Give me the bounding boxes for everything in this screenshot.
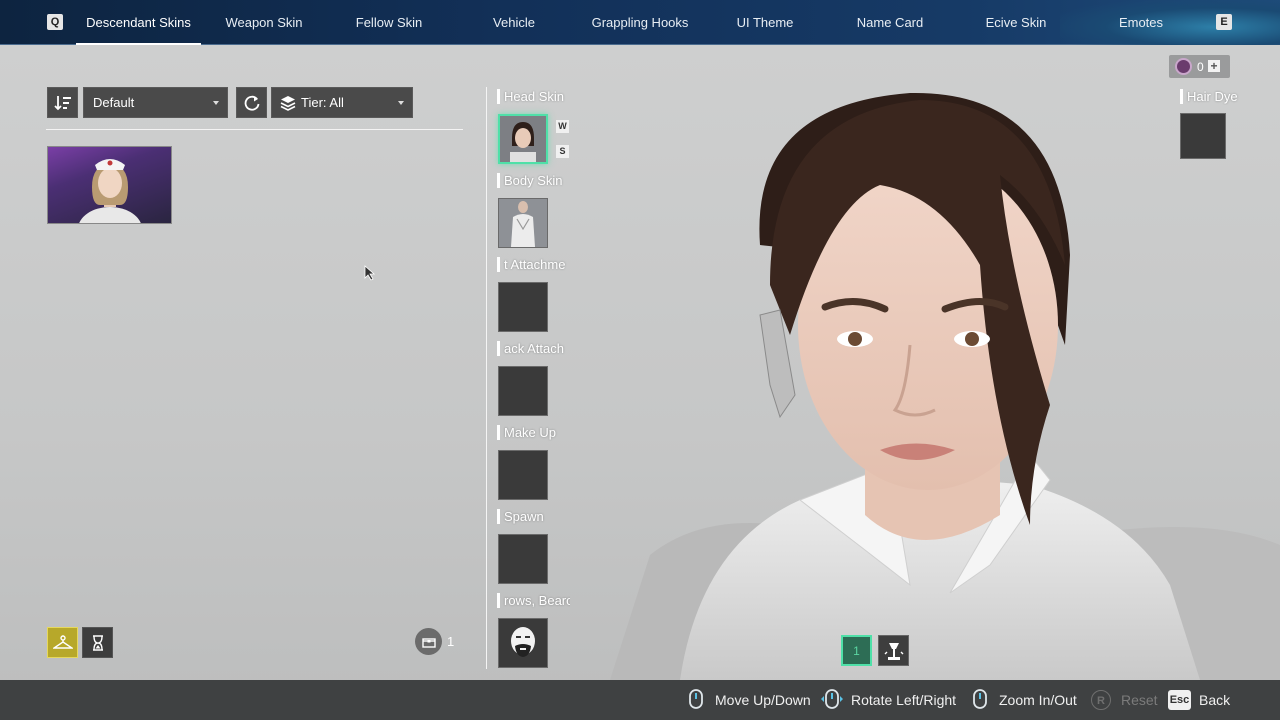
slot-head-skin[interactable]	[498, 114, 548, 164]
bottom-hint-bar	[0, 680, 1280, 720]
slot-label-head-skin: Head Skin	[497, 88, 570, 105]
slot-attachment[interactable]	[498, 282, 548, 332]
tab-name-card[interactable]: Name Card	[830, 0, 950, 45]
hair-dye-label: Hair Dye	[1180, 88, 1250, 105]
hanger-icon	[52, 634, 73, 649]
skin-portrait-image	[79, 159, 141, 223]
time-limited-filter-button[interactable]	[82, 627, 113, 658]
back-button[interactable]: Back	[1199, 680, 1230, 720]
tab-descendant-skins[interactable]: Descendant Skins	[76, 0, 201, 45]
pose-number-button[interactable]: 1	[841, 635, 872, 666]
mouse-rotate-icon	[821, 689, 843, 709]
sort-dropdown-value: Default	[93, 95, 135, 110]
prev-tab-key[interactable]: Q	[47, 14, 63, 30]
tier-dropdown[interactable]: Tier: All	[271, 87, 413, 118]
currency-display: 0 +	[1169, 55, 1230, 78]
toolbar-divider	[46, 129, 463, 130]
lamp-icon	[884, 642, 903, 660]
tab-ecive-skin[interactable]: Ecive Skin	[956, 0, 1076, 45]
slot-label-attachment: t Attachme	[497, 256, 570, 273]
lighting-button[interactable]	[878, 635, 909, 666]
esc-key: Esc	[1168, 690, 1191, 710]
tab-weapon-skin[interactable]: Weapon Skin	[204, 0, 324, 45]
reset-filter-button[interactable]	[236, 87, 267, 118]
chevron-down-icon	[213, 101, 219, 105]
slot-label-eyebrows-beard: rows, Bearc	[497, 592, 570, 609]
slot-back-attachment[interactable]	[498, 366, 548, 416]
tier-dropdown-value: Tier: All	[301, 95, 344, 110]
mouse-cursor-icon	[364, 265, 376, 281]
currency-amount: 0	[1197, 60, 1204, 74]
slot-hair-dye[interactable]	[1180, 113, 1226, 159]
add-currency-button[interactable]: +	[1208, 60, 1220, 72]
body-skin-thumbnail	[499, 199, 547, 247]
inventory-count: 1	[447, 634, 455, 649]
slot-body-skin[interactable]	[498, 198, 548, 248]
sort-order-button[interactable]	[47, 87, 78, 118]
inventory-box-icon	[415, 628, 442, 655]
tab-fellow-skin[interactable]: Fellow Skin	[329, 0, 449, 45]
hint-rotate-left-right: Rotate Left/Right	[851, 692, 957, 708]
top-navigation-bar: Q Descendant Skins Weapon Skin Fellow Sk…	[0, 0, 1280, 45]
wardrobe-filter-button[interactable]	[47, 627, 78, 658]
reset-button[interactable]: Reset	[1121, 680, 1158, 720]
chevron-down-icon	[398, 101, 404, 105]
tab-vehicle[interactable]: Vehicle	[454, 0, 574, 45]
sort-icon	[53, 95, 71, 110]
slot-label-spawn: Spawn	[497, 508, 570, 525]
tab-ui-theme[interactable]: UI Theme	[705, 0, 825, 45]
slot-label-back-attachment: ack Attach	[497, 340, 570, 357]
slot-label-body-skin: Body Skin	[497, 172, 570, 189]
slot-spawn[interactable]	[498, 534, 548, 584]
slot-label-make-up: Make Up	[497, 424, 570, 441]
hint-zoom-in-out: Zoom In/Out	[999, 692, 1077, 708]
layers-icon	[280, 96, 296, 111]
sort-dropdown[interactable]: Default	[83, 87, 228, 118]
slot-column-divider	[486, 87, 487, 669]
hourglass-icon	[92, 634, 103, 651]
refresh-icon	[244, 95, 259, 111]
mouse-zoom-icon	[973, 689, 987, 709]
pose-number: 1	[853, 643, 860, 658]
face-beard-icon	[511, 627, 535, 657]
next-tab-key[interactable]: E	[1216, 14, 1232, 30]
head-skin-thumbnail	[500, 116, 546, 162]
slot-make-up[interactable]	[498, 450, 548, 500]
tab-grappling-hooks[interactable]: Grappling Hooks	[579, 0, 701, 45]
reset-key: R	[1091, 690, 1111, 710]
currency-coin-icon	[1175, 58, 1192, 75]
mouse-wheel-vertical-icon	[689, 689, 703, 709]
hint-move-up-down: Move Up/Down	[715, 692, 811, 708]
slot-tag-s: S	[556, 145, 569, 158]
slot-tag-w: W	[556, 120, 569, 133]
skin-card-nurse[interactable]	[47, 146, 172, 224]
slot-eyebrows-beard[interactable]	[498, 618, 548, 668]
tab-emotes[interactable]: Emotes	[1081, 0, 1201, 45]
